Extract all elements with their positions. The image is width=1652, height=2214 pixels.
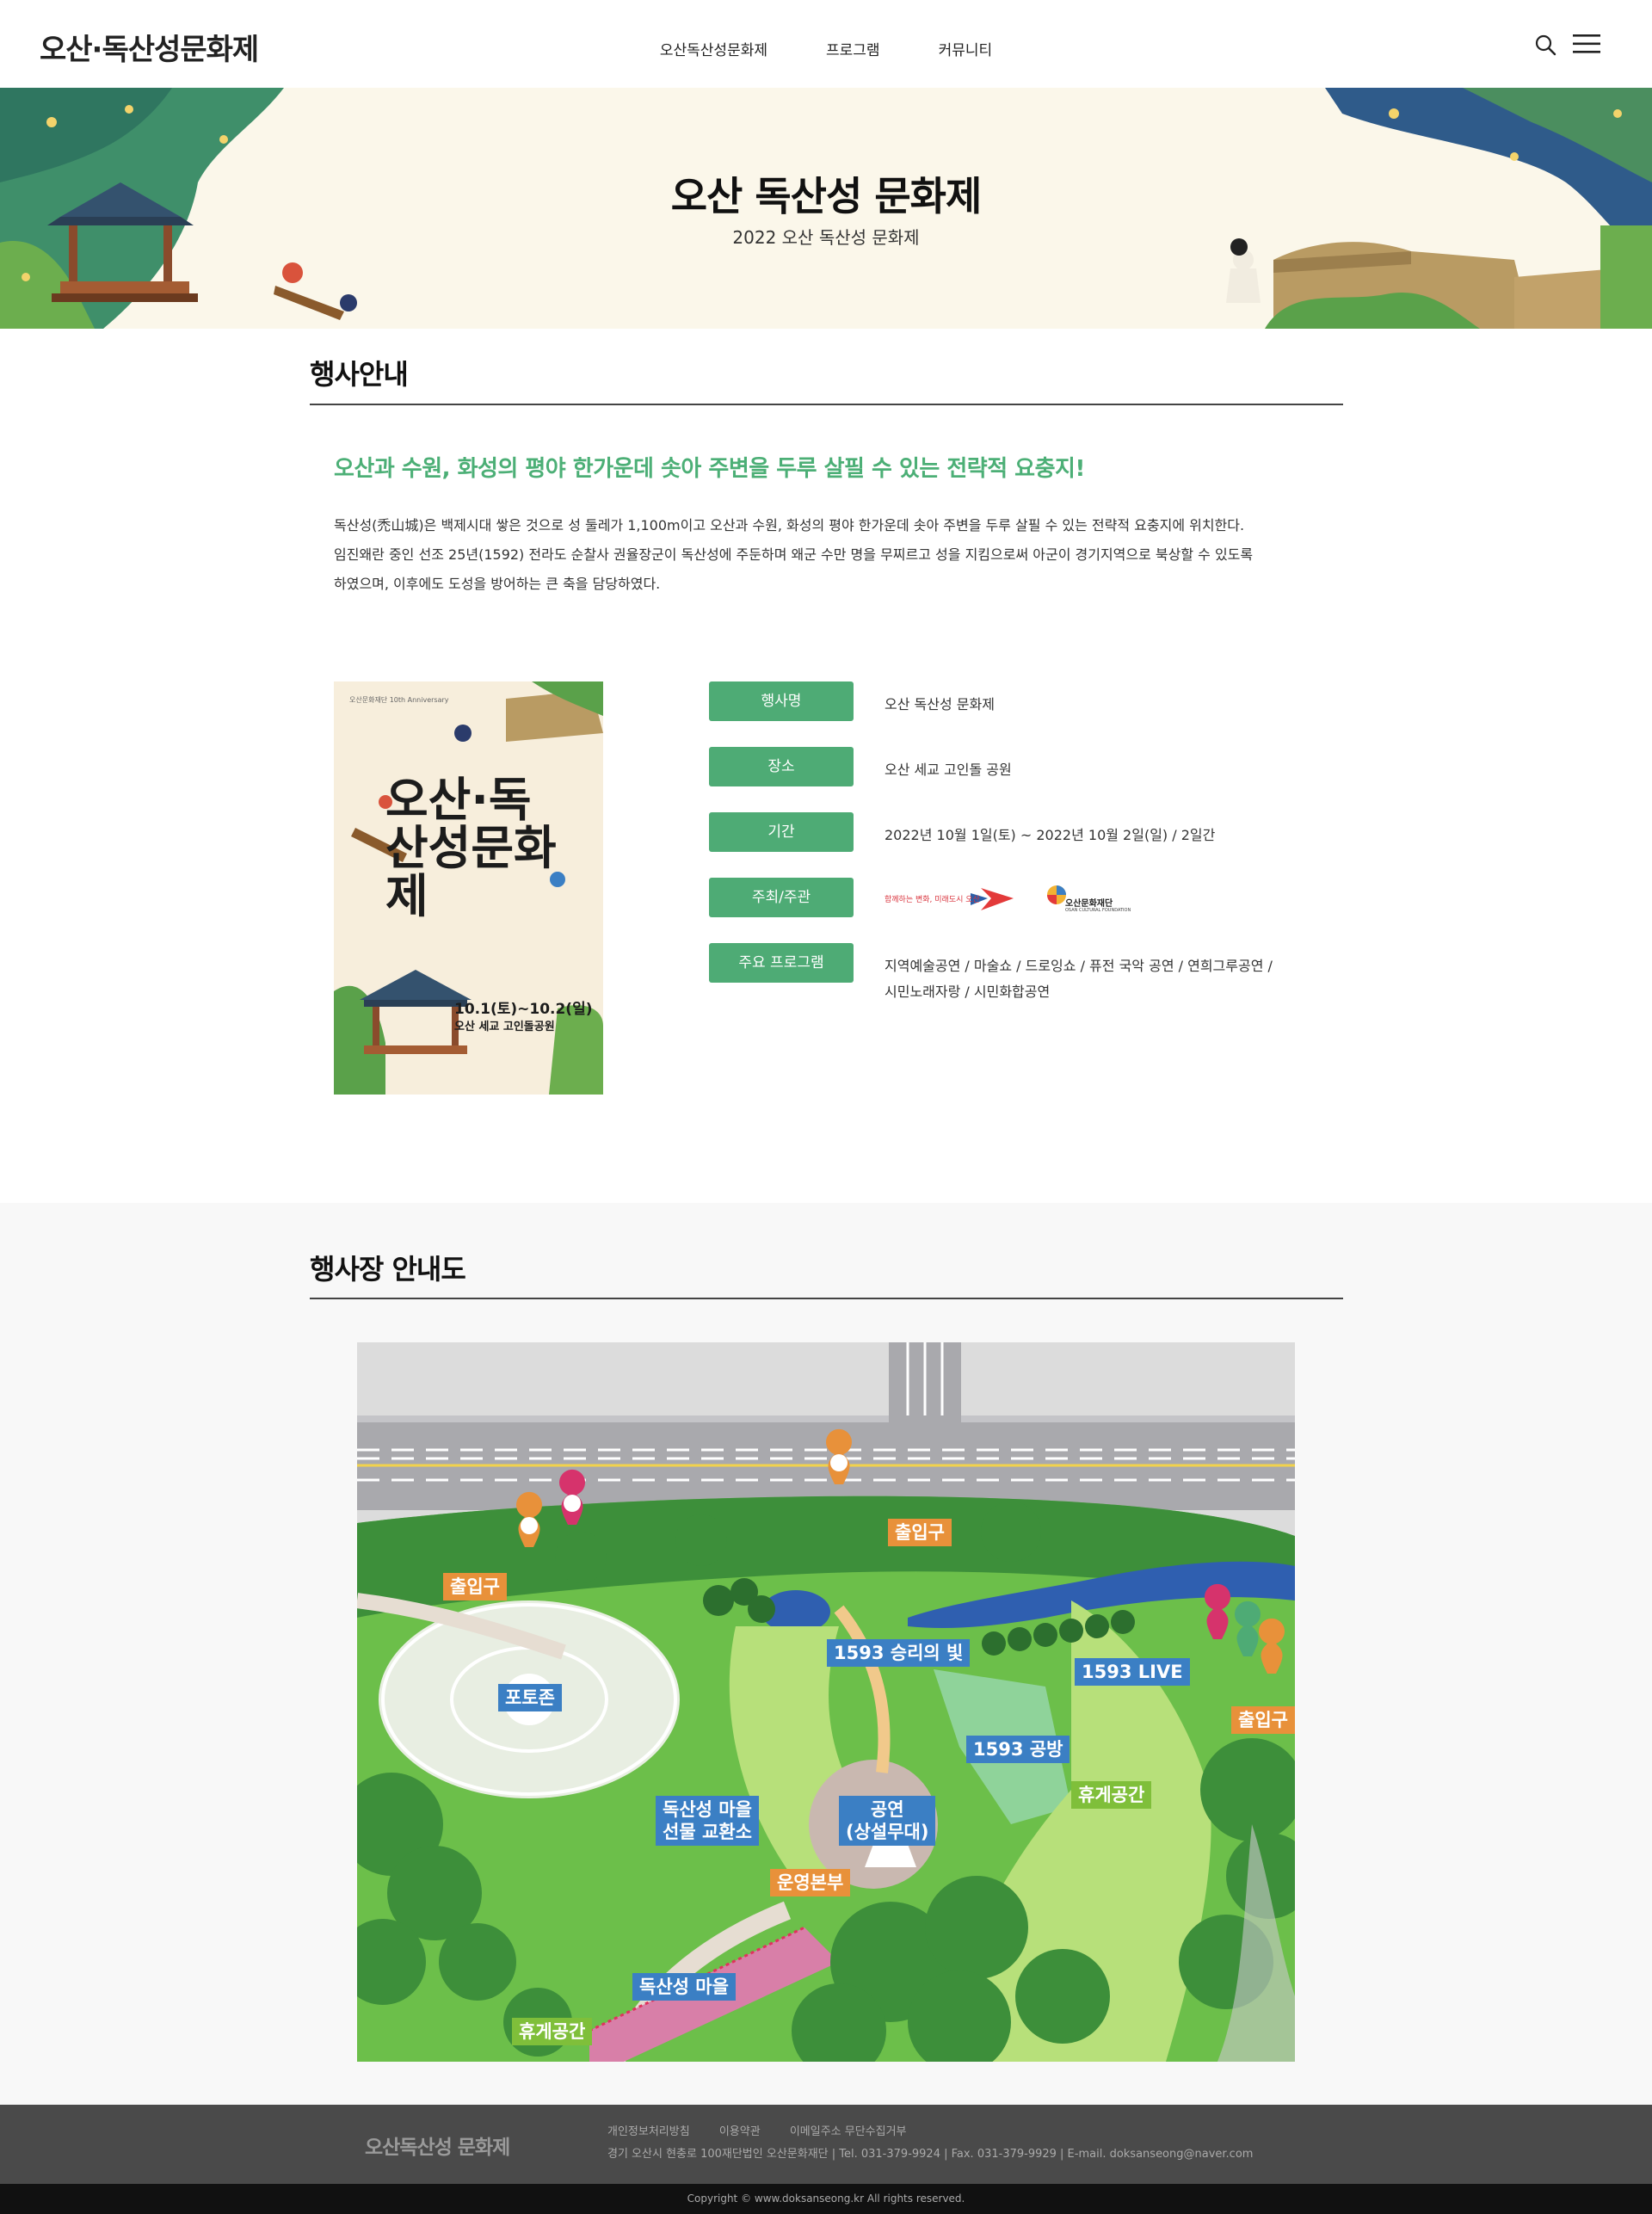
hero-banner: 오산 독산성 문화제 2022 오산 독산성 문화제 <box>0 88 1652 329</box>
section-divider <box>310 1298 1343 1299</box>
stage-line: 공연 <box>870 1799 904 1820</box>
event-headline: 오산과 수원, 화성의 평야 한가운데 솟아 주변을 두루 살필 수 있는 전략… <box>334 456 1085 482</box>
map-label-1593-workshop: 1593 공방 <box>966 1736 1070 1763</box>
map-label-exit-left: 출입구 <box>443 1573 507 1600</box>
description-line: 하였으며, 이후에도 도성을 방어하는 큰 축을 담당하였다. <box>334 576 661 592</box>
site-header: 오산·독산성문화제 오산독산성문화제 프로그램 커뮤니티 <box>0 0 1652 88</box>
footer-links: 개인정보처리방침 이용약관 이메일주소 무단수집거부 <box>607 2122 933 2138</box>
map-label-photozone: 포토존 <box>498 1684 562 1711</box>
map-label-operations-hq: 운영본부 <box>770 1869 851 1896</box>
gift-exchange-line: 독산성 마을 <box>663 1799 752 1820</box>
main-nav: 오산독산성문화제 프로그램 커뮤니티 <box>0 38 1652 59</box>
footer-link-email-policy[interactable]: 이메일주소 무단수집거부 <box>790 2125 907 2138</box>
hero-title: 오산 독산성 문화제 <box>670 173 983 219</box>
poster-place: 오산 세교 고인돌공원 <box>454 1021 555 1033</box>
gift-exchange-line: 선물 교환소 <box>663 1822 752 1842</box>
description-line: 임진왜란 중인 선조 25년(1592) 전라도 순찰사 권율장군이 독산성에 … <box>334 546 1254 563</box>
info-label-organizer: 주최/주관 <box>709 878 854 917</box>
map-label-village: 독산성 마을 <box>632 1973 736 2001</box>
foundation-logo-subtext: OSAN CULTURAL FOUNDATION <box>1065 908 1131 913</box>
info-value-name: 오산 독산성 문화제 <box>885 696 995 712</box>
poster-title: 오산·독산성문화제 <box>385 773 557 923</box>
stage-line: (상설무대) <box>846 1822 929 1842</box>
osan-cultural-foundation-logo: 오산문화재단 OSAN CULTURAL FOUNDATION <box>1045 881 1148 916</box>
venue-map: 출입구 출입구 출입구 1593 승리의 빛 1593 LIVE 포토존 159… <box>357 1342 1295 2062</box>
poster-badge: 오산문화재단 10th Anniversary <box>349 696 449 704</box>
info-label-programs: 주요 프로그램 <box>709 943 854 983</box>
hamburger-menu-icon[interactable] <box>1573 33 1600 55</box>
footer-logo: 오산독산성 문화제 <box>365 2137 510 2159</box>
map-label-stage: 공연 (상설무대) <box>839 1796 936 1846</box>
site-footer: 오산독산성 문화제 개인정보처리방침 이용약관 이메일주소 무단수집거부 경기 … <box>0 2105 1652 2184</box>
footer-link-terms[interactable]: 이용약관 <box>719 2125 761 2138</box>
nav-item-community[interactable]: 커뮤니티 <box>939 38 993 59</box>
programs-line: 지역예술공연 / 마술쇼 / 드로잉쇼 / 퓨전 국악 공연 / 연희그루공연 … <box>885 958 1273 974</box>
event-description: 독산성(禿山城)은 백제시대 쌓은 것으로 성 둘레가 1,100m이고 오산과… <box>334 511 1280 599</box>
nav-item-festival[interactable]: 오산독산성문화제 <box>660 38 767 59</box>
info-label-name: 행사명 <box>709 681 854 721</box>
footer-link-privacy[interactable]: 개인정보처리방침 <box>607 2125 690 2138</box>
hero-subtitle: 2022 오산 독산성 문화제 <box>732 227 920 248</box>
info-value-period: 2022년 10월 1일(토) ~ 2022년 10월 2일(일) / 2일간 <box>885 827 1216 843</box>
map-label-gift-exchange: 독산성 마을 선물 교환소 <box>656 1796 759 1846</box>
osan-city-logo: 함께하는 변화, 미래도시 오산 <box>885 881 1022 916</box>
section-title-venue-map: 행사장 안내도 <box>310 1253 466 1286</box>
programs-line: 시민노래자랑 / 시민화합공연 <box>885 984 1051 1000</box>
description-line: 독산성(禿山城)은 백제시대 쌓은 것으로 성 둘레가 1,100m이고 오산과… <box>334 517 1245 533</box>
map-label-exit-right: 출입구 <box>1231 1706 1295 1734</box>
foundation-logo-text: 오산문화재단 <box>1065 899 1113 909</box>
map-label-1593-live: 1593 LIVE <box>1075 1658 1190 1686</box>
search-icon[interactable] <box>1533 33 1557 57</box>
footer-address: 경기 오산시 현충로 100재단법인 오산문화재단 | Tel. 031-379… <box>607 2148 1254 2161</box>
osan-city-logo-text: 함께하는 변화, 미래도시 오산 <box>885 896 980 904</box>
map-label-victory-light: 1593 승리의 빛 <box>827 1639 971 1667</box>
poster-date: 10.1(토)~10.2(일) <box>454 1001 593 1018</box>
info-value-place: 오산 세교 고인돌 공원 <box>885 762 1012 778</box>
info-label-period: 기간 <box>709 812 854 852</box>
festival-poster: 오산문화재단 10th Anniversary 오산·독산성문화제 10.1(토… <box>334 681 603 1095</box>
section-title-event-info: 행사안내 <box>310 358 409 391</box>
nav-item-program[interactable]: 프로그램 <box>826 38 880 59</box>
map-label-exit-top: 출입구 <box>888 1519 952 1546</box>
map-label-rest-area-right: 휴게공간 <box>1071 1781 1152 1809</box>
info-value-programs: 지역예술공연 / 마술쇼 / 드로잉쇼 / 퓨전 국악 공연 / 연희그루공연 … <box>885 953 1315 1005</box>
map-label-rest-area-bottom: 휴게공간 <box>512 2018 593 2045</box>
info-label-place: 장소 <box>709 747 854 786</box>
copyright: Copyright © www.doksanseong.kr All right… <box>0 2184 1652 2214</box>
section-divider <box>310 404 1343 405</box>
